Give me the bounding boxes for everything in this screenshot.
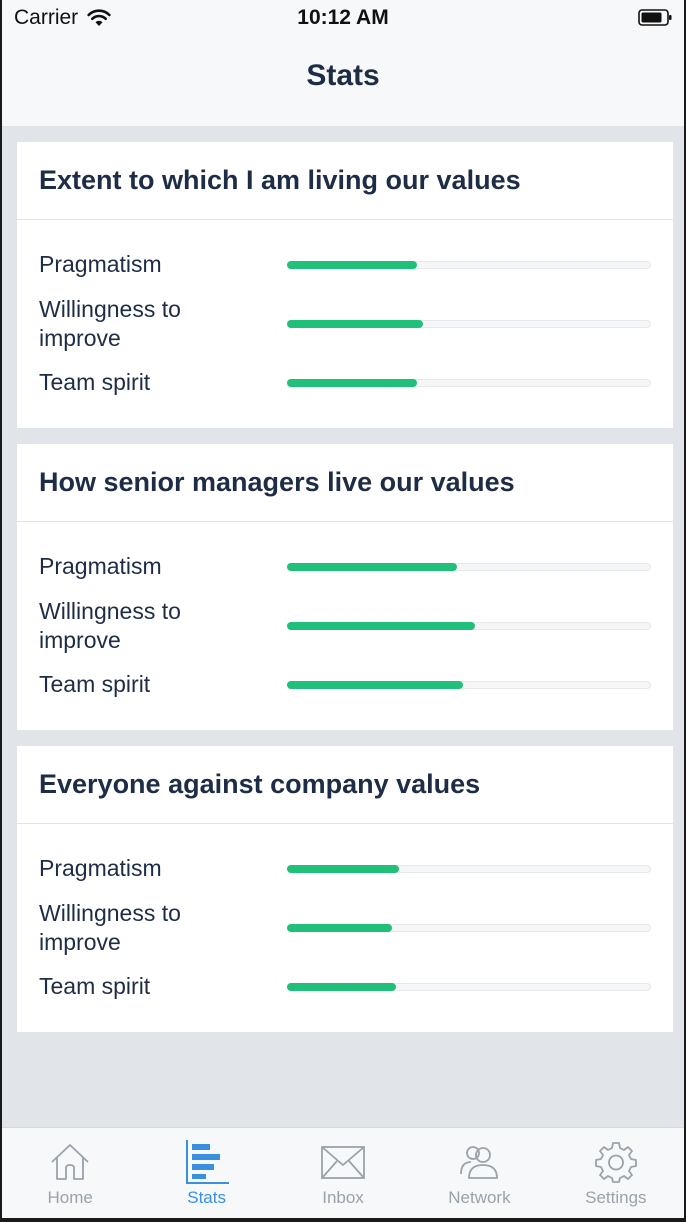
metric-row-team-spirit: Team spirit: [39, 368, 651, 397]
progress-bar-fill: [287, 680, 463, 689]
stats-icon: [185, 1140, 229, 1184]
progress-bar-track: [287, 320, 651, 328]
progress-bar-track: [287, 982, 651, 991]
metric-label: Pragmatism: [39, 855, 162, 881]
settings-icon: [594, 1142, 637, 1183]
progress-bar-track: [287, 562, 651, 571]
metric-row-team-spirit: Team spirit: [39, 972, 651, 1001]
progress-bar-fill: [287, 982, 396, 991]
metric-row-team-spirit: Team spirit: [39, 670, 651, 699]
progress-bar-track: [287, 924, 651, 932]
metric-row-willingness: Willingness to improve: [39, 597, 651, 655]
progress-bar-fill: [287, 924, 392, 932]
device-frame: Carrier 10:12 AM Stats Extent to which I…: [0, 0, 686, 1222]
metric-row-willingness: Willingness to improve: [39, 295, 651, 353]
progress-bar-fill: [287, 622, 476, 630]
metric-label: Team spirit: [39, 369, 151, 395]
progress-bar-track: [287, 680, 651, 689]
progress-bar-fill: [287, 260, 418, 269]
tab-bar: Home Stats Inbox Network Settings: [2, 1127, 684, 1218]
battery-icon: [638, 9, 672, 26]
progress-bar-track: [287, 622, 651, 630]
card-metrics: Pragmatism Willingness to improve Team s…: [17, 220, 673, 428]
home-icon: [51, 1144, 89, 1180]
card-title: How senior managers live our values: [17, 444, 673, 522]
tab-network[interactable]: Network: [411, 1128, 547, 1218]
tab-label: Settings: [585, 1188, 647, 1207]
page-title: Stats: [306, 59, 380, 92]
tab-label: Inbox: [322, 1188, 364, 1207]
tab-label: Stats: [187, 1188, 226, 1207]
card-metrics: Pragmatism Willingness to improve Team s…: [17, 522, 673, 730]
metric-label: Pragmatism: [39, 553, 162, 579]
progress-bar-fill: [287, 562, 458, 571]
metric-row-pragmatism: Pragmatism: [39, 854, 651, 883]
metric-label: Willingness to improve: [39, 598, 181, 653]
metric-row-pragmatism: Pragmatism: [39, 250, 651, 279]
tab-settings[interactable]: Settings: [548, 1128, 684, 1218]
metric-label: Team spirit: [39, 671, 151, 697]
card-metrics: Pragmatism Willingness to improve Team s…: [17, 824, 673, 1032]
metric-row-willingness: Willingness to improve: [39, 899, 651, 957]
tab-stats[interactable]: Stats: [138, 1128, 274, 1218]
status-bar: Carrier 10:12 AM: [2, 0, 684, 36]
tab-label: Home: [47, 1188, 93, 1207]
card-title: Extent to which I am living our values: [17, 142, 673, 220]
navigation-bar: Stats: [2, 36, 684, 126]
metric-label: Willingness to improve: [39, 900, 181, 955]
progress-bar-fill: [287, 864, 400, 873]
progress-bar-track: [287, 378, 651, 387]
status-time: 10:12 AM: [297, 6, 389, 29]
network-icon: [460, 1146, 499, 1179]
card-title: Everyone against company values: [17, 746, 673, 824]
metric-label: Pragmatism: [39, 251, 162, 277]
stats-content: Extent to which I am living our values P…: [17, 142, 673, 1048]
inbox-icon: [321, 1146, 365, 1179]
app-screen: Carrier 10:12 AM Stats Extent to which I…: [2, 0, 684, 1218]
tab-inbox[interactable]: Inbox: [275, 1128, 411, 1218]
stats-card-managers-values: How senior managers live our values Prag…: [17, 444, 673, 730]
progress-bar-fill: [287, 378, 418, 387]
stats-card-company-values: Everyone against company values Pragmati…: [17, 746, 673, 1032]
metric-label: Willingness to improve: [39, 296, 181, 351]
stats-card-self-values: Extent to which I am living our values P…: [17, 142, 673, 428]
tab-label: Network: [448, 1188, 511, 1207]
progress-bar-track: [287, 260, 651, 269]
progress-bar-track: [287, 864, 651, 873]
progress-bar-fill: [287, 320, 423, 328]
metric-row-pragmatism: Pragmatism: [39, 552, 651, 581]
tab-home[interactable]: Home: [2, 1128, 138, 1218]
metric-label: Team spirit: [39, 973, 151, 999]
